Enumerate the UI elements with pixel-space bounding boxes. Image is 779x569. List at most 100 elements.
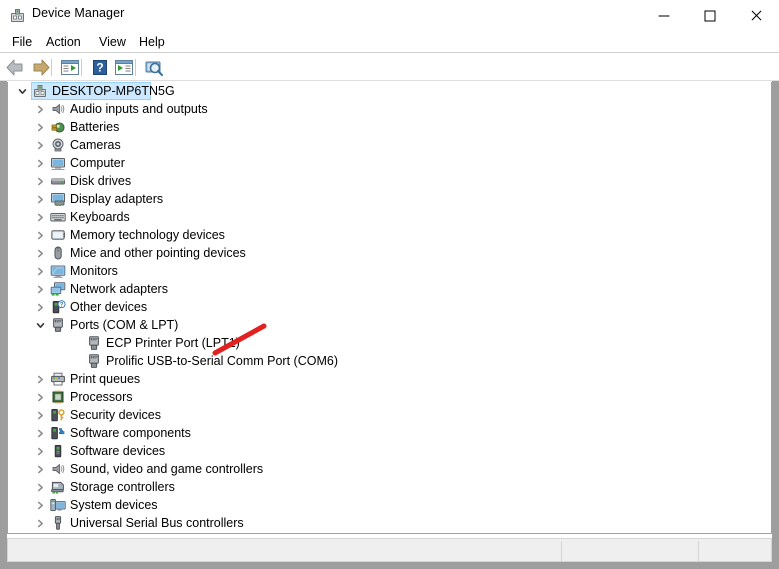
tree-node-label: ECP Printer Port (LPT1) <box>106 336 240 350</box>
port-icon <box>48 316 68 334</box>
tree-node[interactable]: System devices <box>8 496 771 514</box>
tree-node-label: Memory technology devices <box>70 228 225 242</box>
back-arrow-icon <box>6 59 23 76</box>
tree-node-label: Software devices <box>70 444 166 458</box>
toolbar-separator-3 <box>135 59 136 76</box>
tree-node[interactable]: Disk drives <box>8 172 771 190</box>
chevron-right-icon[interactable] <box>32 280 48 298</box>
maximize-button[interactable] <box>687 0 733 31</box>
chevron-right-icon[interactable] <box>32 388 48 406</box>
tree-node[interactable]: Keyboards <box>8 208 771 226</box>
disk-drive-icon <box>48 172 68 190</box>
tree-node-label: Security devices <box>70 408 162 422</box>
chevron-right-icon[interactable] <box>32 514 48 532</box>
port-icon <box>84 352 104 370</box>
tree-node-label: Monitors <box>70 264 118 278</box>
tree-node-label: Storage controllers <box>70 480 175 494</box>
close-button[interactable] <box>733 0 779 31</box>
battery-icon <box>48 118 68 136</box>
tree-node[interactable]: Ports (COM & LPT) <box>8 316 771 334</box>
camera-icon <box>48 136 68 154</box>
menu-file[interactable]: File <box>8 34 36 50</box>
chevron-right-icon[interactable] <box>32 136 48 154</box>
back-button[interactable] <box>4 56 28 79</box>
tree-node-label: Network adapters <box>70 282 168 296</box>
tree-node-label: Mice and other pointing devices <box>70 246 246 260</box>
display-adapter-icon <box>48 190 68 208</box>
tree-node[interactable]: Batteries <box>8 118 771 136</box>
chevron-right-icon[interactable] <box>32 244 48 262</box>
chevron-right-icon[interactable] <box>32 154 48 172</box>
tree-node[interactable]: ECP Printer Port (LPT1) <box>8 334 771 352</box>
tree-node-label: Disk drives <box>70 174 132 188</box>
tree-node[interactable]: Security devices <box>8 406 771 424</box>
menu-action[interactable]: Action <box>42 34 85 50</box>
chevron-right-icon[interactable] <box>32 424 48 442</box>
chevron-right-icon[interactable] <box>32 370 48 388</box>
port-icon <box>84 334 104 352</box>
software-component-icon <box>48 424 68 442</box>
tree-node[interactable]: Software components <box>8 424 771 442</box>
tree-node[interactable]: Audio inputs and outputs <box>8 100 771 118</box>
tree-node[interactable]: Computer <box>8 154 771 172</box>
chevron-right-icon[interactable] <box>32 496 48 514</box>
properties-button[interactable] <box>58 56 82 79</box>
device-tree[interactable]: DESKTOP-MP6TN5G Audio inputs and outputs… <box>7 82 772 534</box>
tree-node-label: Display adapters <box>70 192 164 206</box>
show-hidden-button[interactable] <box>112 56 136 79</box>
chevron-right-icon[interactable] <box>32 478 48 496</box>
chevron-right-icon[interactable] <box>32 226 48 244</box>
tree-node-label: Software components <box>70 426 191 440</box>
tree-node[interactable]: Cameras <box>8 136 771 154</box>
menu-view[interactable]: View <box>95 34 130 50</box>
maximize-icon <box>704 10 716 21</box>
scan-hardware-button[interactable] <box>142 56 166 79</box>
help-button[interactable]: ? <box>88 56 112 79</box>
chevron-down-icon[interactable] <box>32 316 48 334</box>
tree-node[interactable]: Mice and other pointing devices <box>8 244 771 262</box>
minimize-button[interactable] <box>641 0 687 31</box>
tree-node[interactable]: Universal Serial Bus controllers <box>8 514 771 532</box>
tree-node[interactable]: Display adapters <box>8 190 771 208</box>
speaker-icon <box>48 460 68 478</box>
tree-node[interactable]: ? Other devices <box>8 298 771 316</box>
minimize-icon <box>658 15 670 16</box>
chevron-down-icon[interactable] <box>14 82 30 100</box>
tree-node[interactable]: Prolific USB-to-Serial Comm Port (COM6) <box>8 352 771 370</box>
tree-node-label: Prolific USB-to-Serial Comm Port (COM6) <box>106 354 338 368</box>
chevron-right-icon[interactable] <box>32 100 48 118</box>
tree-node[interactable]: Monitors <box>8 262 771 280</box>
monitor-icon <box>48 262 68 280</box>
tree-node-label: Audio inputs and outputs <box>70 102 208 116</box>
window-title: Device Manager <box>32 6 125 20</box>
chevron-right-icon[interactable] <box>32 208 48 226</box>
scan-magnifier-icon <box>145 61 163 76</box>
chevron-right-icon[interactable] <box>32 442 48 460</box>
menu-bar: File Action View Help <box>0 31 779 52</box>
toolbar-separator-1 <box>51 59 52 76</box>
svg-text:?: ? <box>96 61 103 75</box>
tree-node[interactable]: Memory technology devices <box>8 226 771 244</box>
tree-node[interactable]: Storage controllers <box>8 478 771 496</box>
tree-node[interactable]: Network adapters <box>8 280 771 298</box>
computer-icon <box>48 154 68 172</box>
chevron-right-icon[interactable] <box>32 460 48 478</box>
chevron-right-icon[interactable] <box>32 298 48 316</box>
chevron-right-icon[interactable] <box>32 190 48 208</box>
tree-node[interactable]: Print queues <box>8 370 771 388</box>
menu-help[interactable]: Help <box>135 34 169 50</box>
tree-node[interactable]: Software devices <box>8 442 771 460</box>
status-separator-1 <box>561 541 562 561</box>
storage-controller-icon <box>48 478 68 496</box>
chevron-right-icon[interactable] <box>32 406 48 424</box>
tree-node[interactable]: Sound, video and game controllers <box>8 460 771 478</box>
chevron-right-icon[interactable] <box>32 172 48 190</box>
tree-node[interactable]: Processors <box>8 388 771 406</box>
tree-node-root[interactable]: DESKTOP-MP6TN5G <box>8 82 771 100</box>
chevron-right-icon[interactable] <box>32 118 48 136</box>
memory-device-icon <box>48 226 68 244</box>
forward-button[interactable] <box>28 56 52 79</box>
chevron-right-icon[interactable] <box>32 262 48 280</box>
keyboard-icon <box>48 208 68 226</box>
